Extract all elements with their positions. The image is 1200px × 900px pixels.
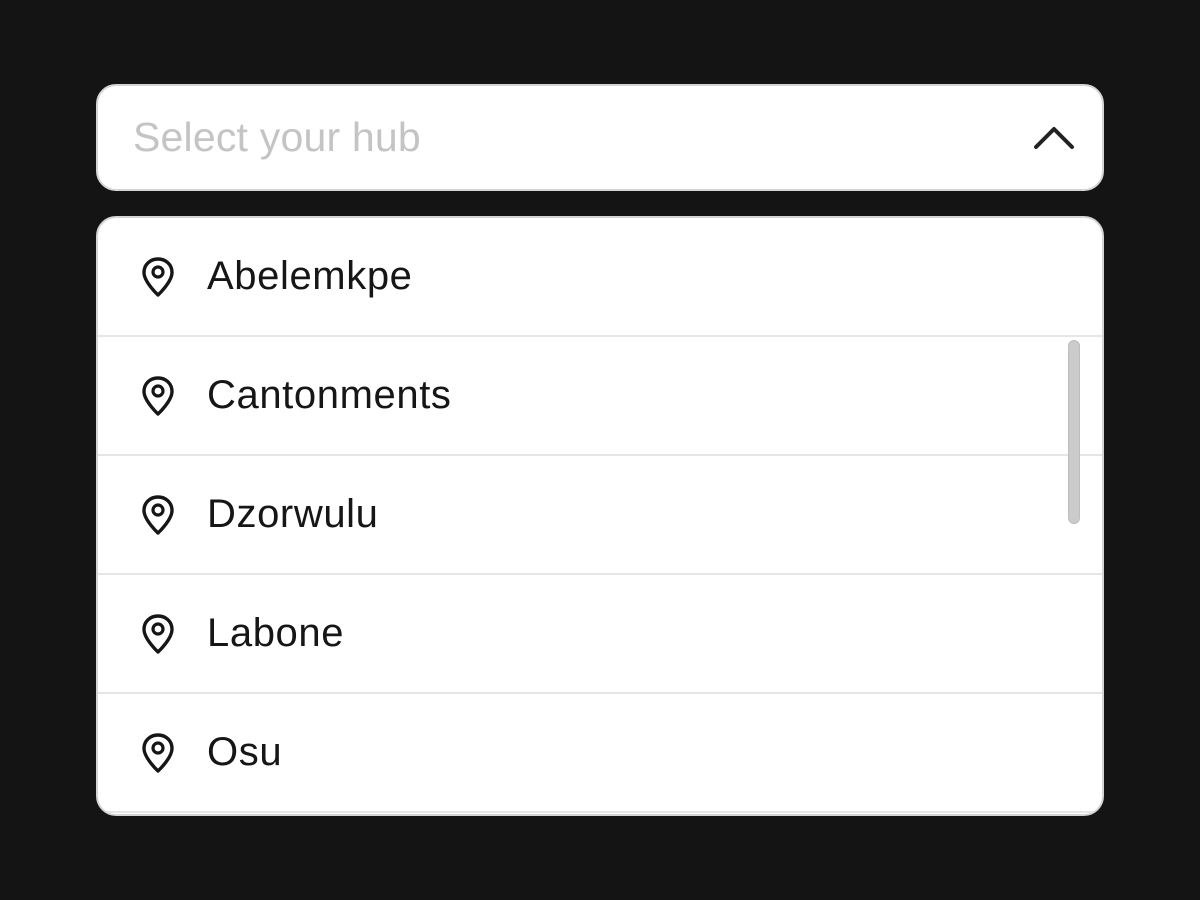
option-label: Labone bbox=[207, 611, 345, 655]
list-item[interactable]: Labone bbox=[98, 575, 1102, 694]
location-pin-icon bbox=[136, 374, 180, 418]
list-item[interactable]: Abelemkpe bbox=[98, 218, 1102, 337]
location-pin-icon bbox=[136, 493, 180, 537]
location-pin-icon bbox=[136, 255, 180, 299]
list-item[interactable]: Dzorwulu bbox=[98, 456, 1102, 575]
list-item[interactable]: Cantonments bbox=[98, 337, 1102, 456]
hub-select-placeholder: Select your hub bbox=[133, 114, 421, 160]
option-label: Dzorwulu bbox=[207, 492, 379, 536]
option-label: Osu bbox=[207, 730, 283, 774]
option-label: Abelemkpe bbox=[207, 254, 413, 298]
location-pin-icon bbox=[136, 612, 180, 656]
list-item[interactable]: Osu bbox=[98, 694, 1102, 813]
option-label: Cantonments bbox=[207, 373, 452, 417]
hub-select[interactable]: Select your hub bbox=[96, 84, 1104, 191]
chevron-up-icon[interactable] bbox=[1032, 116, 1076, 160]
hub-options-list[interactable]: Abelemkpe Cantonments Dzorwulu Labone Os… bbox=[96, 216, 1104, 816]
scrollbar-thumb[interactable] bbox=[1068, 340, 1080, 524]
location-pin-icon bbox=[136, 731, 180, 775]
